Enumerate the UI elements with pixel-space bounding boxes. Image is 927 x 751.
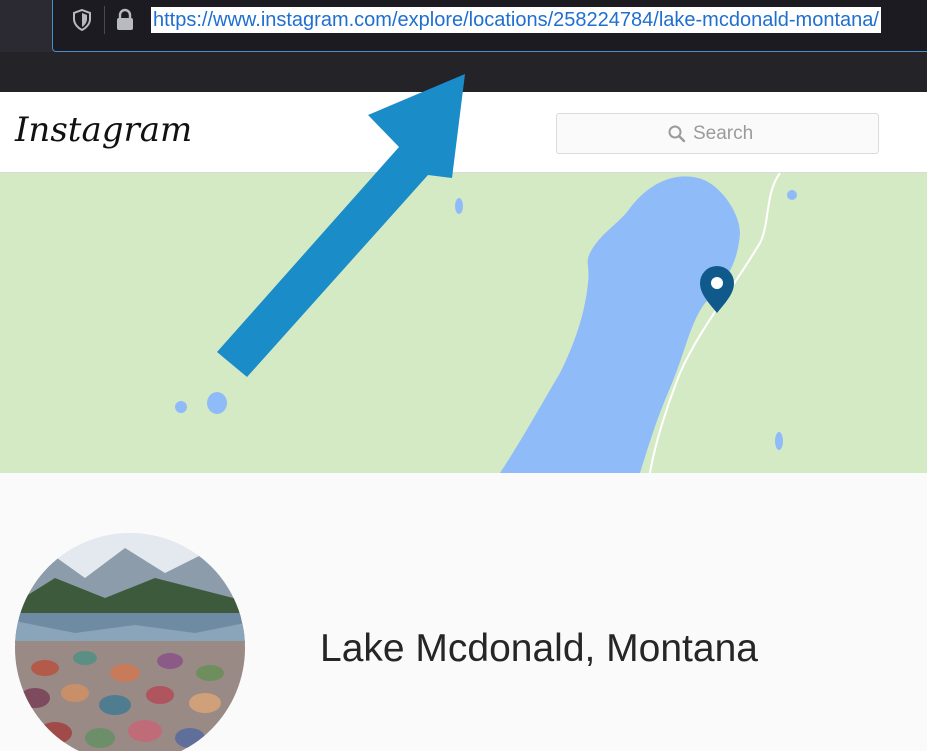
browser-toolbar-strip [0,52,927,92]
map-small-lake [775,432,783,450]
lock-icon[interactable] [115,8,135,32]
url-text[interactable]: https://www.instagram.com/explore/locati… [151,7,881,33]
search-placeholder: Search [693,123,754,144]
map-small-lake [787,190,797,200]
instagram-logo[interactable]: Instagram [15,110,192,150]
address-bar-divider [104,6,105,34]
location-map[interactable] [0,173,927,473]
map-land [0,173,927,473]
map-small-lake [207,392,227,414]
search-icon [668,125,686,143]
location-title: Lake Mcdonald, Montana [320,627,758,670]
location-avatar [15,533,245,751]
map-small-lake [455,198,463,214]
map-small-lake [175,401,187,413]
shield-icon[interactable] [72,9,92,31]
